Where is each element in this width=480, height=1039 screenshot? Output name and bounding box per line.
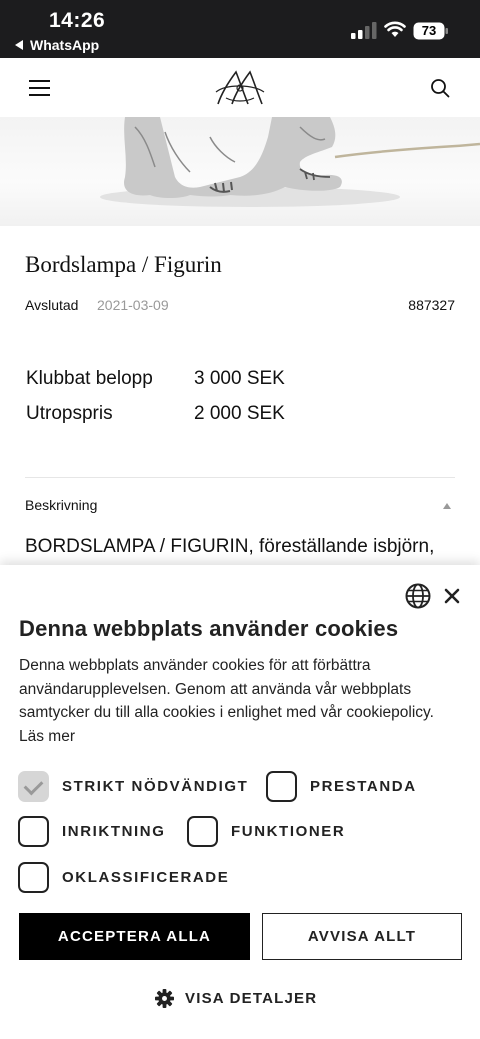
hammer-price-value: 3 000 SEK	[194, 368, 285, 389]
hammer-price-row: Klubbat belopp 3 000 SEK	[26, 368, 285, 390]
wifi-icon	[384, 21, 406, 37]
cookie-option-targeting[interactable]: INRIKTNING	[18, 816, 166, 847]
checkbox[interactable]	[266, 771, 297, 802]
cookie-option-functional[interactable]: FUNKTIONER	[187, 816, 345, 847]
estimate-price-label: Utropspris	[26, 403, 113, 424]
polar-bear-figurine-image	[100, 117, 480, 207]
cookie-option-strictly-necessary[interactable]: STRIKT NÖDVÄNDIGT	[18, 771, 248, 802]
checkbox[interactable]	[187, 816, 218, 847]
lot-number: 887327	[408, 297, 455, 313]
status-bar: 14:26 WhatsApp 73	[0, 0, 480, 58]
back-to-app-link[interactable]: WhatsApp	[15, 37, 99, 53]
section-divider	[25, 477, 455, 478]
back-arrow-icon	[15, 40, 23, 50]
auction-date: 2021-03-09	[97, 297, 169, 313]
cookie-title: Denna webbplats använder cookies	[19, 616, 399, 641]
option-label: INRIKTNING	[62, 823, 166, 840]
reject-all-button[interactable]: AVVISA ALLT	[262, 913, 462, 960]
option-label: FUNKTIONER	[231, 823, 346, 840]
checkbox[interactable]	[18, 862, 49, 893]
option-label: OKLASSIFICERADE	[62, 869, 230, 886]
cellular-signal-icon	[351, 22, 377, 39]
cookie-description: Denna webbplats använder cookies för att…	[19, 657, 434, 745]
hamburger-menu-icon[interactable]	[29, 80, 50, 96]
gear-icon	[155, 989, 174, 1008]
description-toggle[interactable]: Beskrivning	[25, 497, 97, 513]
battery-level: 73	[421, 23, 437, 38]
hammer-price-label: Klubbat belopp	[26, 368, 153, 389]
option-label: STRIKT NÖDVÄNDIGT	[62, 778, 249, 795]
cookie-option-unclassified[interactable]: OKLASSIFICERADE	[18, 862, 229, 893]
product-title: Bordslampa / Figurin	[25, 252, 222, 277]
back-app-label: WhatsApp	[30, 37, 100, 53]
caret-up-icon[interactable]	[443, 503, 451, 509]
status-time: 14:26	[49, 9, 106, 32]
monogram-logo-icon[interactable]	[212, 68, 268, 108]
description-text: BORDSLAMPA / FIGURIN, föreställande isbj…	[25, 536, 435, 557]
accept-all-button[interactable]: ACCEPTERA ALLA	[19, 913, 250, 960]
globe-language-icon[interactable]	[405, 583, 431, 609]
show-details-label: VISA DETALJER	[185, 990, 318, 1007]
search-icon[interactable]	[430, 78, 450, 98]
estimate-price-row: Utropspris 2 000 SEK	[26, 403, 285, 425]
estimate-price-value: 2 000 SEK	[194, 403, 285, 424]
option-label: PRESTANDA	[310, 778, 417, 795]
site-header	[0, 58, 480, 118]
auction-status: Avslutad	[25, 297, 79, 313]
cookie-consent-panel: Denna webbplats använder cookies Denna w…	[0, 565, 480, 1039]
cookie-option-performance[interactable]: PRESTANDA	[266, 771, 417, 802]
show-details-button[interactable]: VISA DETALJER	[155, 989, 317, 1008]
product-image[interactable]	[0, 117, 480, 226]
checkbox-checked[interactable]	[18, 771, 49, 802]
close-icon[interactable]	[444, 588, 460, 604]
checkbox[interactable]	[18, 816, 49, 847]
